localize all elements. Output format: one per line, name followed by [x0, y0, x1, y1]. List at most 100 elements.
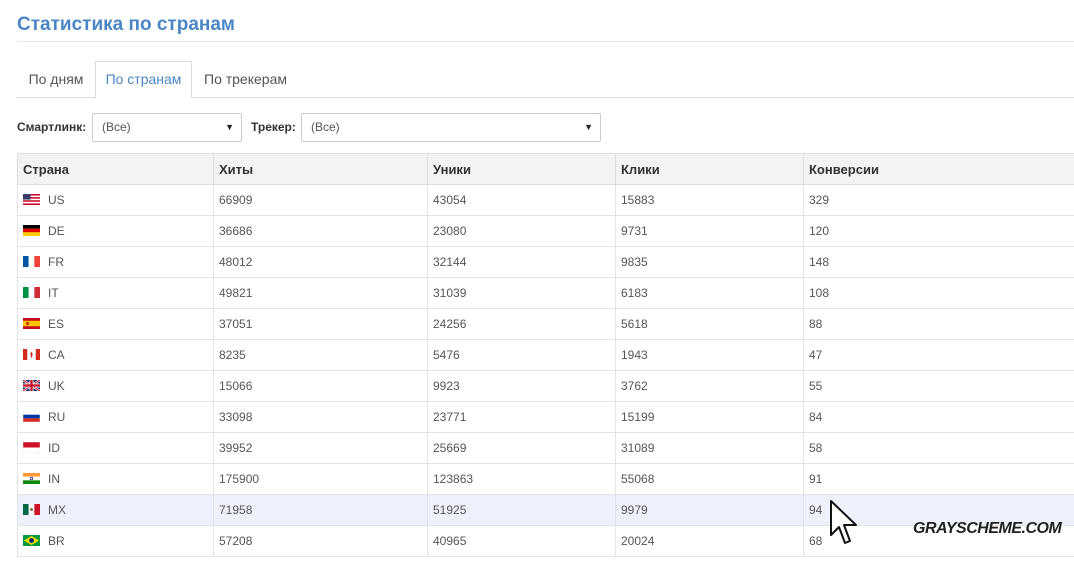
country-code: CA [48, 348, 65, 362]
table-header-row: Страна Хиты Уники Клики Конверсии [17, 153, 1074, 185]
column-header-hits[interactable]: Хиты [213, 153, 428, 185]
cell-clicks: 31089 [615, 432, 804, 464]
cell-hits: 71958 [213, 494, 428, 526]
fr-flag-icon [23, 256, 40, 267]
cell-conversions: 108 [803, 277, 1074, 309]
country-code: BR [48, 534, 65, 548]
de-flag-icon [23, 225, 40, 236]
cell-conversions: 148 [803, 246, 1074, 278]
cell-conversions: 91 [803, 463, 1074, 495]
column-header-conversions[interactable]: Конверсии [803, 153, 1074, 185]
country-code: MX [48, 503, 66, 517]
tab-bar: По дням По странам По трекерам [17, 61, 1074, 98]
table-row[interactable]: ID 39952 25669 31089 58 [17, 432, 1074, 464]
tracker-label: Трекер: [251, 120, 296, 134]
tracker-select-value: (Все) [311, 120, 340, 134]
cell-hits: 48012 [213, 246, 428, 278]
cell-uniques: 51925 [427, 494, 616, 526]
cell-clicks: 3762 [615, 370, 804, 402]
cell-hits: 66909 [213, 184, 428, 216]
smartlink-select[interactable]: (Все) ▼ [92, 113, 242, 142]
country-code: ES [48, 317, 65, 331]
cell-conversions: 55 [803, 370, 1074, 402]
country-code: UK [48, 379, 65, 393]
in-flag-icon [23, 473, 40, 484]
cell-clicks: 9731 [615, 215, 804, 247]
column-header-uniques[interactable]: Уники [427, 153, 616, 185]
cell-uniques: 24256 [427, 308, 616, 340]
table-row[interactable]: DE 36686 23080 9731 120 [17, 215, 1074, 247]
cell-country: FR [17, 246, 214, 278]
cell-country: DE [17, 215, 214, 247]
cell-uniques: 25669 [427, 432, 616, 464]
ca-flag-icon [23, 349, 40, 360]
cell-clicks: 5618 [615, 308, 804, 340]
cell-hits: 37051 [213, 308, 428, 340]
cell-clicks: 9979 [615, 494, 804, 526]
table-row[interactable]: US 66909 43054 15883 329 [17, 184, 1074, 216]
table-row[interactable]: IN 175900 123863 55068 91 [17, 463, 1074, 495]
table-row[interactable]: RU 33098 23771 15199 84 [17, 401, 1074, 433]
table-row[interactable]: UK 15066 9923 3762 55 [17, 370, 1074, 402]
cell-conversions: 58 [803, 432, 1074, 464]
ru-flag-icon [23, 411, 40, 422]
cell-clicks: 55068 [615, 463, 804, 495]
tab-by-days[interactable]: По дням [17, 61, 95, 96]
country-code: DE [48, 224, 65, 238]
es-flag-icon [23, 318, 40, 329]
br-flag-icon [23, 535, 40, 546]
table-row[interactable]: FR 48012 32144 9835 148 [17, 246, 1074, 278]
cell-hits: 8235 [213, 339, 428, 371]
cell-clicks: 6183 [615, 277, 804, 309]
cell-uniques: 31039 [427, 277, 616, 309]
us-flag-icon [23, 194, 40, 205]
table-row[interactable]: ES 37051 24256 5618 88 [17, 308, 1074, 340]
cell-uniques: 9923 [427, 370, 616, 402]
cell-country: BR [17, 525, 214, 557]
cell-hits: 33098 [213, 401, 428, 433]
column-header-clicks[interactable]: Клики [615, 153, 804, 185]
chevron-down-icon: ▼ [225, 122, 234, 132]
cell-hits: 36686 [213, 215, 428, 247]
cell-uniques: 123863 [427, 463, 616, 495]
cell-conversions: 120 [803, 215, 1074, 247]
table-row[interactable]: CA 8235 5476 1943 47 [17, 339, 1074, 371]
country-code: FR [48, 255, 64, 269]
smartlink-select-value: (Все) [102, 120, 131, 134]
id-flag-icon [23, 442, 40, 453]
watermark: GRAYSCHEME.COM [913, 520, 1062, 537]
cell-conversions: 329 [803, 184, 1074, 216]
cell-clicks: 15883 [615, 184, 804, 216]
cell-country: RU [17, 401, 214, 433]
cell-country: IN [17, 463, 214, 495]
uk-flag-icon [23, 380, 40, 391]
country-stats-table: Страна Хиты Уники Клики Конверсии US 6690… [17, 153, 1074, 557]
country-code: IT [48, 286, 59, 300]
cell-clicks: 9835 [615, 246, 804, 278]
table-row[interactable]: IT 49821 31039 6183 108 [17, 277, 1074, 309]
tab-by-trackers[interactable]: По трекерам [192, 61, 299, 96]
cell-conversions: 84 [803, 401, 1074, 433]
cell-hits: 15066 [213, 370, 428, 402]
tracker-select[interactable]: (Все) ▼ [301, 113, 601, 142]
cell-uniques: 23080 [427, 215, 616, 247]
country-code: US [48, 193, 65, 207]
tab-by-countries[interactable]: По странам [95, 61, 192, 98]
filters-bar: Смартлинк: (Все) ▼ Трекер: (Все) ▼ [17, 113, 717, 142]
cell-conversions: 47 [803, 339, 1074, 371]
cell-conversions: 88 [803, 308, 1074, 340]
cell-uniques: 5476 [427, 339, 616, 371]
title-divider [17, 41, 1074, 42]
cell-hits: 39952 [213, 432, 428, 464]
mx-flag-icon [23, 504, 40, 515]
column-header-country[interactable]: Страна [17, 153, 214, 185]
cell-country: ID [17, 432, 214, 464]
cell-uniques: 40965 [427, 525, 616, 557]
cell-uniques: 23771 [427, 401, 616, 433]
country-code: IN [48, 472, 60, 486]
cell-country: CA [17, 339, 214, 371]
cell-hits: 49821 [213, 277, 428, 309]
country-code: RU [48, 410, 66, 424]
cell-country: UK [17, 370, 214, 402]
cell-country: MX [17, 494, 214, 526]
